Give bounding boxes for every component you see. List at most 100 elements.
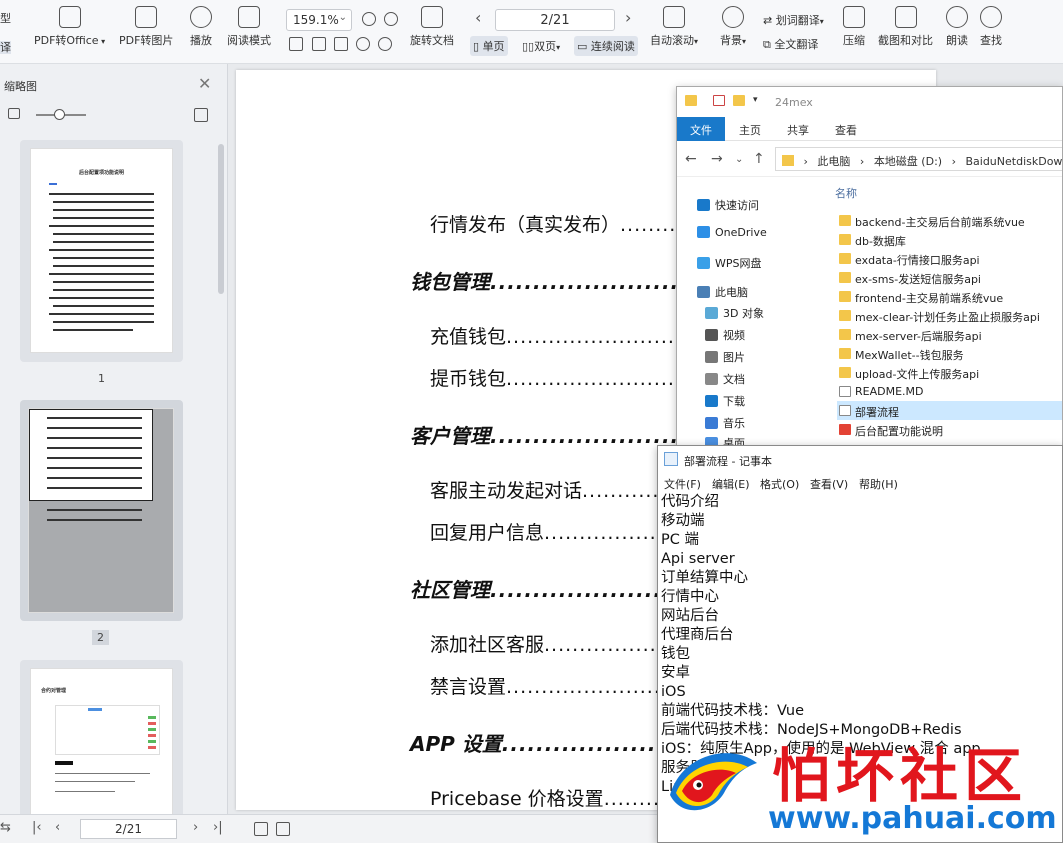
ribbon-tab-home[interactable]: 主页: [739, 122, 761, 138]
breadcrumb-this-pc[interactable]: 此电脑: [817, 155, 850, 168]
actual-size-icon[interactable]: [289, 37, 303, 51]
zoom-in-icon[interactable]: [384, 12, 398, 26]
file-row[interactable]: MexWallet--钱包服务: [837, 344, 1062, 363]
thumb-heading: 合约对管理: [41, 688, 67, 694]
large-thumb-icon[interactable]: [194, 108, 208, 122]
slider-handle[interactable]: [54, 109, 65, 120]
downloads-icon: [705, 395, 718, 407]
read-aloud-button[interactable]: 朗读: [946, 6, 968, 48]
breadcrumb-folder[interactable]: BaiduNetdiskDownlo: [965, 155, 1062, 168]
pdf-to-image-button[interactable]: PDF转图片: [119, 6, 173, 48]
toc-entry-text: 社区管理: [410, 578, 490, 602]
word-translate-button[interactable]: ⇄ 划词翻译▾: [763, 12, 824, 28]
fit-width-icon[interactable]: [334, 37, 348, 51]
up-arrow-icon[interactable]: ↑: [753, 151, 765, 167]
menu-edit[interactable]: 编辑(E): [712, 476, 750, 492]
page-input[interactable]: 2/21: [495, 9, 615, 31]
column-header-name[interactable]: 名称: [835, 185, 857, 201]
thumbnail-page-2[interactable]: [20, 400, 183, 621]
ribbon-tab-view[interactable]: 查看: [835, 122, 857, 138]
menu-view[interactable]: 查看(V): [810, 476, 848, 492]
continuous-icon: ▭: [577, 40, 588, 53]
screenshot-compare-button[interactable]: 截图和对比: [878, 6, 933, 48]
this-pc-icon: [697, 286, 710, 298]
toolbar-left-cut[interactable]: 型 译: [0, 10, 11, 55]
auto-scroll-button[interactable]: 自动滚动▾: [650, 6, 698, 48]
nav-downloads[interactable]: 下载: [705, 393, 745, 409]
nav-this-pc[interactable]: 此电脑: [697, 284, 748, 300]
nav-documents[interactable]: 文档: [705, 371, 745, 387]
file-row[interactable]: upload-文件上传服务api: [837, 363, 1062, 382]
breadcrumb-drive-d[interactable]: 本地磁盘 (D:): [874, 155, 942, 168]
thumb-line: [47, 437, 142, 439]
word-translate-label: 划词翻译: [775, 14, 820, 27]
nav-videos[interactable]: 视频: [705, 327, 745, 343]
file-row[interactable]: db-数据库: [837, 230, 1062, 249]
file-row[interactable]: ex-sms-发送短信服务api: [837, 268, 1062, 287]
ribbon-tab-file[interactable]: 文件: [677, 117, 725, 141]
nav-onedrive[interactable]: OneDrive: [697, 226, 767, 239]
file-row[interactable]: mex-clear-计划任务止盈止损服务api: [837, 306, 1062, 325]
file-row[interactable]: frontend-主交易前端系统vue: [837, 287, 1062, 306]
status-page-input[interactable]: 2/21: [80, 819, 177, 839]
double-page-button[interactable]: ▯▯双页▾: [519, 36, 563, 56]
full-translate-button[interactable]: ⧉ 全文翻译: [763, 36, 818, 52]
file-row[interactable]: mex-server-后端服务api: [837, 325, 1062, 344]
nav-3d-objects[interactable]: 3D 对象: [705, 305, 764, 321]
next-page-icon[interactable]: ›: [625, 8, 631, 27]
menu-file[interactable]: 文件(F): [664, 476, 701, 492]
last-page-icon[interactable]: ›|: [213, 820, 223, 835]
file-explorer-window: ▾ 24mex 文件 主页 共享 查看 ← → ⌄ ↑ › 此电脑 › 本地磁盘…: [676, 86, 1063, 451]
fit-page-icon[interactable]: [312, 37, 326, 51]
file-row[interactable]: README.MD: [837, 382, 1062, 401]
file-row[interactable]: exdata-行情接口服务api: [837, 249, 1062, 268]
nav-quick-access[interactable]: 快速访问: [697, 197, 759, 213]
rotate-right-icon[interactable]: [378, 37, 392, 51]
find-button[interactable]: 查找: [980, 6, 1002, 48]
compress-label: 压缩: [843, 34, 865, 47]
menu-help[interactable]: 帮助(H): [859, 476, 898, 492]
prev-page-icon[interactable]: ‹: [55, 820, 60, 835]
thumbnail-page-3[interactable]: 合约对管理: [20, 660, 183, 820]
rotate-doc-button[interactable]: 旋转文档: [410, 6, 454, 48]
screenshot-icon: [894, 6, 917, 28]
close-icon[interactable]: ✕: [198, 74, 211, 93]
sidebar-scrollbar[interactable]: [218, 144, 224, 294]
new-folder-icon[interactable]: [733, 95, 745, 106]
rotate-left-icon[interactable]: [356, 37, 370, 51]
small-thumb-icon[interactable]: [8, 108, 20, 119]
zoom-out-icon[interactable]: [362, 12, 376, 26]
forward-arrow-icon[interactable]: →: [711, 151, 723, 167]
next-page-icon[interactable]: ›: [193, 820, 198, 835]
read-mode-button[interactable]: 阅读模式: [227, 6, 271, 48]
continuous-read-button[interactable]: ▭ 连续阅读: [574, 36, 638, 56]
nav-pictures[interactable]: 图片: [705, 349, 745, 365]
nav-wps-cloud[interactable]: WPS网盘: [697, 255, 762, 271]
forward-icon[interactable]: [276, 822, 290, 836]
ribbon-tab-share[interactable]: 共享: [787, 122, 809, 138]
menu-format[interactable]: 格式(O): [760, 476, 799, 492]
pdf-image-icon: [135, 6, 158, 28]
recent-locations-icon[interactable]: ⌄: [735, 154, 743, 165]
address-bar[interactable]: › 此电脑 › 本地磁盘 (D:) › BaiduNetdiskDownlo: [775, 147, 1062, 171]
zoom-select[interactable]: 159.1% ⌄: [286, 9, 352, 31]
pdf-to-office-button[interactable]: PDF转Office ▾: [34, 6, 105, 48]
back-arrow-icon[interactable]: ←: [685, 151, 697, 167]
back-icon[interactable]: [254, 822, 268, 836]
thumb-table-mark: [88, 708, 102, 711]
file-row[interactable]: 部署流程: [837, 401, 1062, 420]
chevron-down-icon[interactable]: ▾: [753, 95, 758, 105]
compress-button[interactable]: 压缩: [843, 6, 865, 48]
play-button[interactable]: 播放: [190, 6, 212, 48]
notepad-line: PC 端: [661, 532, 699, 548]
thumbnail-page-1[interactable]: 后台配置项功能说明: [20, 140, 183, 362]
prev-page-icon[interactable]: ‹: [475, 8, 481, 27]
nav-music[interactable]: 音乐: [705, 415, 745, 431]
file-row[interactable]: 后台配置功能说明: [837, 420, 1062, 439]
notepad-title: 部署流程 - 记事本: [684, 455, 772, 468]
properties-icon[interactable]: [713, 95, 725, 106]
background-button[interactable]: 背景▾: [720, 6, 746, 48]
file-row[interactable]: backend-主交易后台前端系统vue: [837, 211, 1062, 230]
first-page-icon[interactable]: |‹: [32, 820, 42, 835]
single-page-button[interactable]: ▯ 单页: [470, 36, 508, 56]
